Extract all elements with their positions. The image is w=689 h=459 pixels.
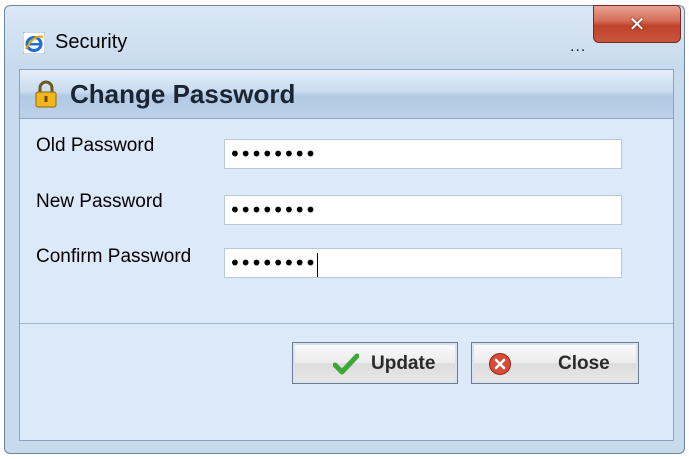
divider xyxy=(20,323,673,324)
new-password-value: •••••••• xyxy=(229,198,316,222)
close-x-icon: ✕ xyxy=(628,12,646,36)
new-password-field[interactable]: •••••••• xyxy=(224,195,622,225)
text-caret xyxy=(317,252,319,277)
confirm-password-field[interactable]: •••••••• xyxy=(224,248,622,278)
window-title: Security xyxy=(55,31,128,53)
old-password-value: •••••••• xyxy=(229,142,316,166)
old-password-label: Old Password xyxy=(36,135,155,156)
update-button-label: Update xyxy=(371,353,436,374)
update-button[interactable]: Update xyxy=(292,342,458,384)
internet-explorer-icon xyxy=(23,32,45,54)
confirm-password-label: Confirm Password xyxy=(36,246,192,267)
title-bar[interactable]: Security ... ✕ xyxy=(5,5,684,68)
old-password-field[interactable]: •••••••• xyxy=(224,139,622,169)
change-password-panel: Change Password Old Password •••••••• Ne… xyxy=(19,69,674,441)
panel-header: Change Password xyxy=(20,70,673,119)
confirm-password-value: •••••••• xyxy=(229,251,316,275)
close-circle-icon xyxy=(489,353,511,375)
panel-title: Change Password xyxy=(70,79,296,109)
window-ellipsis: ... xyxy=(570,38,587,55)
window-close-button[interactable]: ✕ xyxy=(593,5,681,43)
close-button[interactable]: Close xyxy=(471,342,639,384)
close-button-label: Close xyxy=(558,353,610,374)
new-password-label: New Password xyxy=(36,191,163,212)
checkmark-icon xyxy=(333,353,359,375)
lock-icon xyxy=(35,80,57,108)
security-dialog: Security ... ✕ Change Password Old Passw… xyxy=(4,5,685,454)
